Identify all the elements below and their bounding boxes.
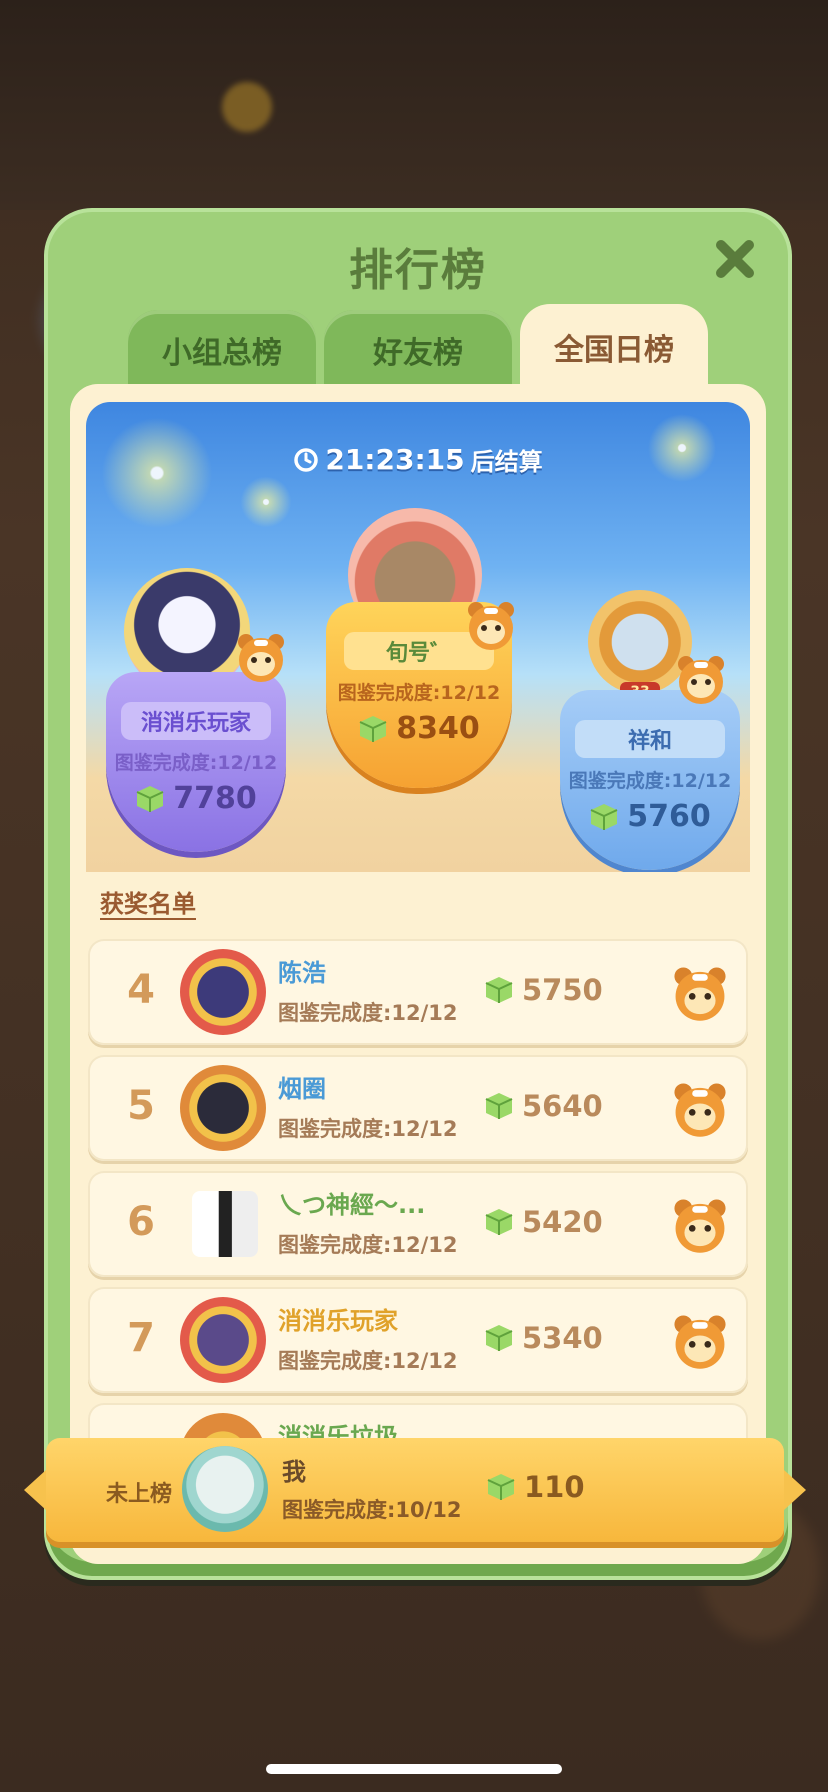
tab-friends[interactable]: 好友榜 xyxy=(324,310,512,390)
player-progress: 图鉴完成度:12/12 xyxy=(278,1349,458,1373)
my-rank-status: 未上榜 xyxy=(106,1482,173,1507)
cube-icon xyxy=(485,977,513,1003)
third-place-score-box: 5760 xyxy=(589,799,711,834)
player-name: 乀つ神經～... xyxy=(278,1191,426,1219)
my-progress: 图鉴完成度:10/12 xyxy=(282,1498,462,1522)
cube-icon xyxy=(485,1325,513,1351)
rank-number: 7 xyxy=(127,1315,155,1361)
cube-icon xyxy=(487,1474,515,1500)
player-score: 5750 xyxy=(522,973,603,1007)
second-place-progress: 图鉴完成度:12/12 xyxy=(114,752,278,774)
my-score: 110 xyxy=(524,1470,585,1504)
clock-icon xyxy=(294,447,319,472)
leaderboard-content: 21:23:15 后结算 消消乐玩家 图鉴完成度:12/12 7780 旬号゛ 图… xyxy=(70,384,766,1564)
third-place-score: 5760 xyxy=(627,799,711,834)
tiger-badge-icon xyxy=(670,1079,730,1139)
player-name: 烟圈 xyxy=(278,1075,326,1103)
player-score-box: 5640 xyxy=(484,1089,603,1123)
avatar[interactable] xyxy=(180,1297,266,1383)
rank-list: 4 陈浩 图鉴完成度:12/12 5750 5 烟圈 图鉴完成度:12/12 5… xyxy=(88,939,748,1519)
firework-decoration xyxy=(236,472,296,532)
timer-value: 21:23:15 xyxy=(325,443,465,476)
player-progress: 图鉴完成度:12/12 xyxy=(278,1233,458,1257)
my-score-box: 110 xyxy=(486,1470,585,1504)
tab-bar: 小组总榜 好友榜 全国日榜 xyxy=(128,304,708,390)
background-coin-icon xyxy=(222,82,272,132)
player-progress: 图鉴完成度:12/12 xyxy=(278,1001,458,1025)
close-icon xyxy=(716,240,754,278)
avatar[interactable] xyxy=(180,1065,266,1151)
second-place-score-box: 7780 xyxy=(135,781,257,816)
avatar[interactable] xyxy=(192,1191,258,1257)
tiger-badge-icon xyxy=(234,630,288,684)
second-place-score: 7780 xyxy=(173,781,257,816)
avatar[interactable] xyxy=(180,949,266,1035)
tiger-badge-icon xyxy=(674,652,728,706)
first-place-score-box: 8340 xyxy=(358,711,480,746)
tiger-badge-icon xyxy=(670,1195,730,1255)
second-place-name: 消消乐玩家 xyxy=(121,702,271,740)
background-topbar xyxy=(0,0,828,210)
table-row[interactable]: 5 烟圈 图鉴完成度:12/12 5640 xyxy=(88,1055,748,1161)
player-score: 5640 xyxy=(522,1089,603,1123)
close-button[interactable] xyxy=(710,234,760,284)
leaderboard-panel: 排行榜 小组总榜 好友榜 全国日榜 21:23:15 后结算 消消乐玩家 图鉴完… xyxy=(44,208,792,1580)
player-score-box: 5340 xyxy=(484,1321,603,1355)
tiger-badge-icon xyxy=(464,598,518,652)
tab-group-total[interactable]: 小组总榜 xyxy=(128,310,316,390)
tab-national-daily[interactable]: 全国日榜 xyxy=(520,304,708,390)
rank-number: 5 xyxy=(127,1083,155,1129)
player-progress: 图鉴完成度:12/12 xyxy=(278,1117,458,1141)
second-place-shield: 消消乐玩家 图鉴完成度:12/12 7780 xyxy=(106,672,286,852)
table-row[interactable]: 6 乀つ神經～... 图鉴完成度:12/12 5420 xyxy=(88,1171,748,1277)
timer-suffix: 后结算 xyxy=(470,448,543,476)
rank-number: 4 xyxy=(127,967,155,1013)
third-place-name: 祥和 xyxy=(575,720,725,758)
my-rank-banner[interactable]: 未上榜 我 图鉴完成度:10/12 110 xyxy=(24,1438,806,1542)
my-name: 我 xyxy=(282,1458,306,1486)
third-place-shield: 祥和 图鉴完成度:12/12 5760 xyxy=(560,690,740,870)
first-place-progress: 图鉴完成度:12/12 xyxy=(337,682,501,704)
rank-number: 6 xyxy=(127,1199,155,1245)
winners-list-link[interactable]: 获奖名单 xyxy=(100,884,196,919)
home-indicator[interactable] xyxy=(266,1764,562,1774)
cube-icon xyxy=(485,1209,513,1235)
player-name: 陈浩 xyxy=(278,959,326,987)
player-score-box: 5750 xyxy=(484,973,603,1007)
cube-icon xyxy=(136,785,164,812)
player-name: 消消乐玩家 xyxy=(278,1307,398,1335)
cube-icon xyxy=(359,715,387,742)
settlement-timer: 21:23:15 后结算 xyxy=(86,442,750,477)
table-row[interactable]: 4 陈浩 图鉴完成度:12/12 5750 xyxy=(88,939,748,1045)
player-score-box: 5420 xyxy=(484,1205,603,1239)
tiger-badge-icon xyxy=(670,963,730,1023)
player-score: 5420 xyxy=(522,1205,603,1239)
cube-icon xyxy=(485,1093,513,1119)
avatar[interactable] xyxy=(182,1446,268,1532)
table-row[interactable]: 7 消消乐玩家 图鉴完成度:12/12 5340 xyxy=(88,1287,748,1393)
third-place-progress: 图鉴完成度:12/12 xyxy=(568,770,732,792)
tiger-badge-icon xyxy=(670,1311,730,1371)
panel-title: 排行榜 xyxy=(349,245,487,296)
first-place-score: 8340 xyxy=(396,711,480,746)
podium-area: 21:23:15 后结算 消消乐玩家 图鉴完成度:12/12 7780 旬号゛ 图… xyxy=(86,402,750,872)
player-score: 5340 xyxy=(522,1321,603,1355)
cube-icon xyxy=(590,803,618,830)
